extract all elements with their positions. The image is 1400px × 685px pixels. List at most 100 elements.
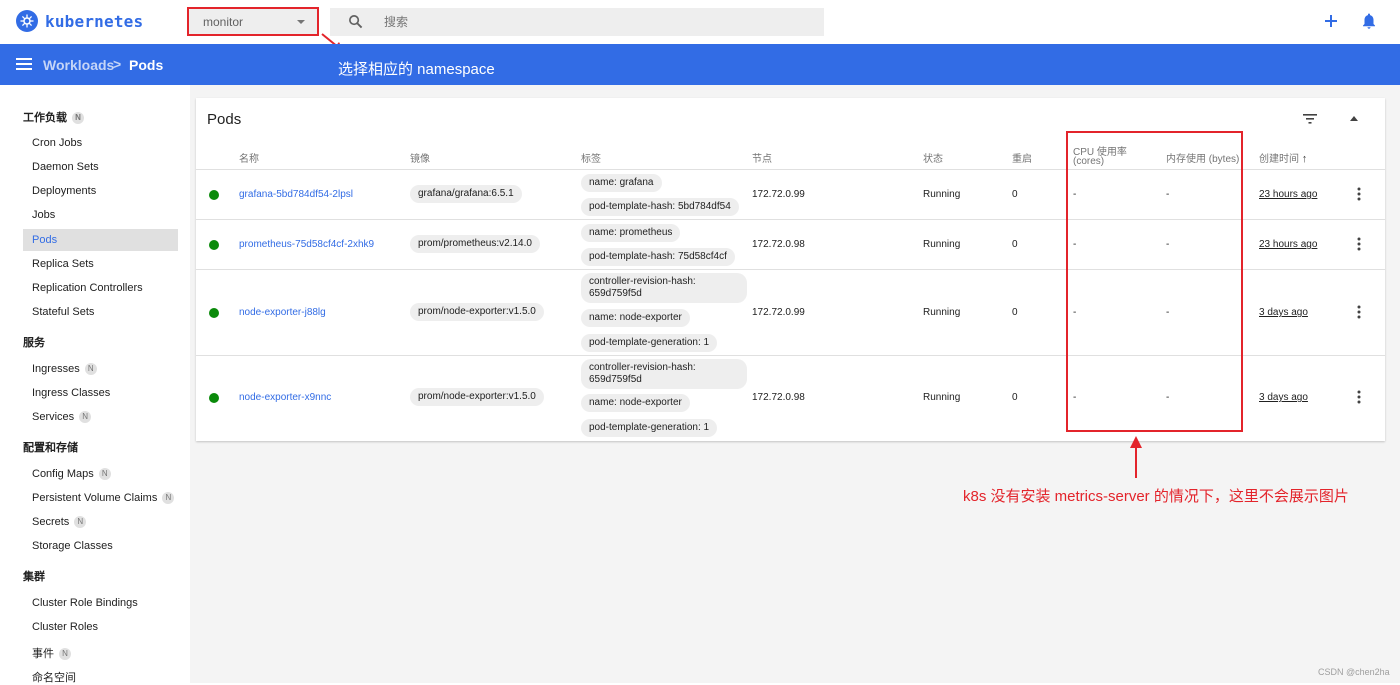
sidebar: 工作负载 N Cron Jobs Daemon Sets Deployments … [0,85,190,684]
created-age[interactable]: 23 hours ago [1259,189,1317,200]
column-header-status[interactable]: 状态 [923,150,943,165]
card-title: Pods [207,111,242,128]
image-chip: grafana/grafana:6.5.1 [410,185,522,203]
running-status-icon [209,393,219,403]
label-chip: name: grafana [581,174,662,192]
column-header-image: 镜像 [410,154,430,165]
sidebar-section-services: 服务 [23,337,45,349]
kubernetes-logo-icon [16,10,38,32]
column-header-created[interactable]: 创建时间 ↑ [1259,150,1307,165]
search-bar[interactable] [330,8,824,36]
sidebar-item-jobs[interactable]: Jobs [32,209,55,221]
node-cell: 172.72.0.98 [752,392,805,403]
label-chip: pod-template-hash: 75d58cf4cf [581,248,735,266]
label-chip: controller-revision-hash: 659d759f5d [581,273,747,303]
namespaced-badge: N [59,648,71,661]
restarts-cell: 0 [1012,239,1018,250]
sidebar-item-replication-controllers[interactable]: Replication Controllers [32,282,143,294]
status-cell: Running [923,239,961,250]
breadcrumb-separator: > [113,56,122,72]
search-input[interactable] [384,12,784,32]
sidebar-item-cluster-roles[interactable]: Cluster Roles [32,621,98,633]
menu-icon[interactable] [16,58,32,70]
namespaced-badge: N [72,112,84,125]
sidebar-item-cron-jobs[interactable]: Cron Jobs [32,137,82,149]
top-app-bar: kubernetes monitor [0,0,1400,44]
breadcrumb-current: Pods [129,57,164,73]
label-chip: name: node-exporter [581,394,690,412]
label-chip: pod-template-hash: 5bd784df54 [581,198,739,216]
pod-name-link[interactable]: node-exporter-x9nnc [239,392,331,403]
more-actions-icon[interactable] [1357,237,1361,251]
restarts-cell: 0 [1012,307,1018,318]
sidebar-item-storage-classes[interactable]: Storage Classes [32,540,113,552]
image-chip: prom/prometheus:v2.14.0 [410,235,540,253]
image-chip: prom/node-exporter:v1.5.0 [410,303,544,321]
created-age[interactable]: 23 hours ago [1259,239,1317,250]
pod-name-link[interactable]: prometheus-75d58cf4cf-2xhk9 [239,239,374,250]
column-header-node[interactable]: 节点 [752,150,772,165]
column-header-labels: 标签 [581,154,601,165]
label-chip: pod-template-generation: 1 [581,419,718,437]
sort-arrow-icon: ↑ [1301,153,1308,165]
node-cell: 172.72.0.98 [752,239,805,250]
sidebar-item-persistent-volume-claims[interactable]: Persistent Volume Claims N [32,492,175,505]
sidebar-item-services[interactable]: Services N [32,411,92,424]
filter-icon[interactable] [1303,114,1317,124]
sidebar-section-config-storage: 配置和存储 [23,442,78,454]
collapse-icon[interactable] [1350,116,1358,121]
sidebar-item-deployments[interactable]: Deployments [32,185,96,197]
sidebar-item-cluster-role-bindings[interactable]: Cluster Role Bindings [32,597,138,609]
namespaced-badge: N [98,468,111,481]
sidebar-item-events[interactable]: 事件 N [32,645,71,661]
pod-name-link[interactable]: node-exporter-j88lg [239,307,326,318]
sidebar-item-daemon-sets[interactable]: Daemon Sets [32,161,99,173]
image-chip: prom/node-exporter:v1.5.0 [410,388,544,406]
sidebar-item-replica-sets[interactable]: Replica Sets [32,258,94,270]
label-chip: pod-template-generation: 1 [581,334,718,352]
status-cell: Running [923,392,961,403]
created-age[interactable]: 3 days ago [1259,392,1308,403]
sidebar-item-stateful-sets[interactable]: Stateful Sets [32,306,94,318]
sidebar-section-cluster: 集群 [23,571,45,583]
search-icon [349,15,363,29]
running-status-icon [209,308,219,318]
namespaced-badge: N [162,492,175,505]
node-cell: 172.72.0.99 [752,189,805,200]
sidebar-item-ingresses[interactable]: Ingresses N [32,363,97,376]
restarts-cell: 0 [1012,189,1018,200]
sidebar-item-config-maps[interactable]: Config Maps N [32,468,111,481]
namespace-annotation-text: 选择相应的 namespace [338,61,495,78]
created-age[interactable]: 3 days ago [1259,307,1308,318]
running-status-icon [209,240,219,250]
kubernetes-logo[interactable]: kubernetes [16,10,143,32]
namespaced-badge: N [74,516,87,529]
more-actions-icon[interactable] [1357,187,1361,201]
breadcrumb-workloads[interactable]: Workloads [43,57,114,73]
plus-icon[interactable] [1322,12,1340,30]
watermark: CSDN @chen2ha [1318,667,1390,677]
sidebar-item-ingress-classes[interactable]: Ingress Classes [32,387,110,399]
bell-icon[interactable] [1361,12,1377,30]
namespaced-badge: N [84,363,97,376]
breadcrumb-bar: Workloads > Pods 选择相应的 namespace [0,44,1400,85]
sidebar-section-workloads: 工作负载 N [23,109,84,125]
sidebar-item-pods[interactable]: Pods [32,234,57,246]
app-title: kubernetes [45,11,144,31]
metrics-annotation-box [1066,131,1243,432]
pod-name-link[interactable]: grafana-5bd784df54-2lpsl [239,189,353,200]
sidebar-item-secrets[interactable]: Secrets N [32,516,87,529]
label-chip: name: node-exporter [581,309,690,327]
status-cell: Running [923,189,961,200]
running-status-icon [209,190,219,200]
status-cell: Running [923,307,961,318]
namespaced-badge: N [79,411,92,424]
more-actions-icon[interactable] [1357,390,1361,404]
label-chip: controller-revision-hash: 659d759f5d [581,359,747,389]
column-header-restarts: 重启 [1012,154,1032,165]
more-actions-icon[interactable] [1357,305,1361,319]
annotation-arrow-metrics [1130,436,1142,478]
label-chip: name: prometheus [581,224,681,242]
metrics-annotation-text: k8s 没有安装 metrics-server 的情况下，这里不会展示图片 [963,488,1349,505]
column-header-name[interactable]: 名称 [239,150,259,165]
